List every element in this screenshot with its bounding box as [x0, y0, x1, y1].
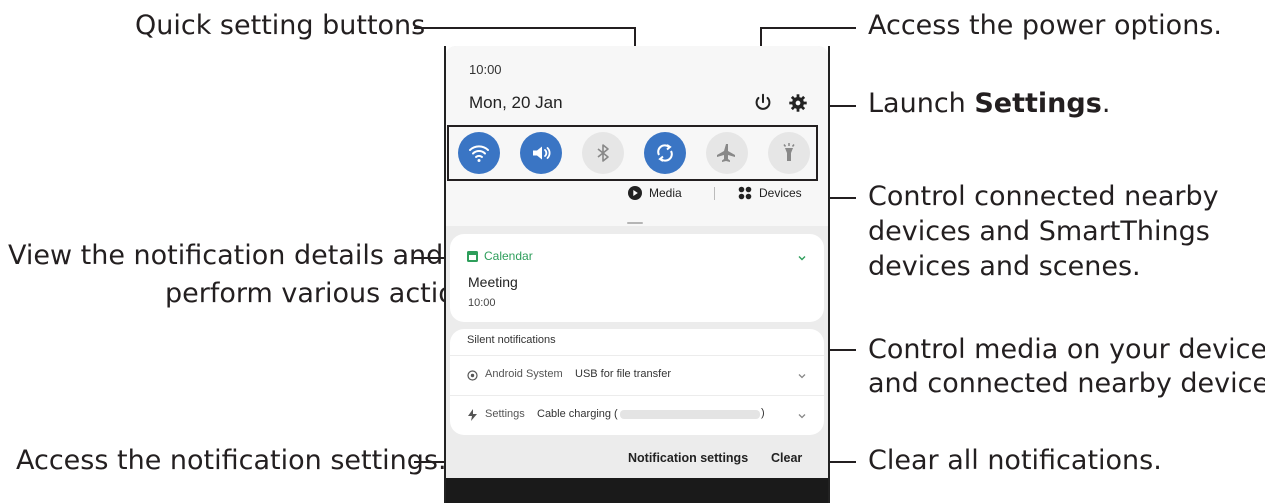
chevron-down-icon[interactable] — [797, 371, 807, 381]
callout-devices-line2: devices and SmartThings — [868, 216, 1210, 247]
devices-button[interactable]: Devices — [738, 186, 802, 200]
silent-notifications-card: Silent notifications Android System USB … — [450, 329, 824, 435]
settings-text: Cable charging ( — [537, 408, 618, 420]
phone-frame-left — [444, 46, 446, 503]
silent-item-settings[interactable]: Settings Cable charging ( ) — [450, 397, 824, 433]
callout-launch-suffix: . — [1101, 88, 1111, 119]
chevron-down-icon[interactable] — [797, 411, 807, 421]
devices-icon — [738, 186, 752, 200]
power-icon[interactable] — [752, 92, 774, 114]
calendar-notification[interactable]: Calendar Meeting 10:00 — [450, 234, 824, 322]
callout-quick-settings: Quick setting buttons — [135, 10, 426, 41]
date-label: Mon, 20 Jan — [469, 93, 563, 112]
callout-devices-line1: Control connected nearby — [868, 181, 1219, 212]
blurred-detail — [620, 410, 760, 419]
background-wallpaper — [446, 478, 828, 503]
status-time: 10:00 — [469, 62, 502, 77]
media-label: Media — [649, 186, 682, 200]
quick-settings-highlight-box — [447, 125, 818, 181]
silent-header: Silent notifications — [467, 334, 556, 346]
callout-media-line1: Control media on your device — [868, 334, 1265, 365]
calendar-icon — [467, 251, 478, 262]
callout-view-details-line1: View the notification details and — [8, 240, 444, 271]
leader-power — [760, 27, 856, 29]
notification-settings-button[interactable]: Notification settings — [628, 451, 748, 465]
calendar-app-name: Calendar — [484, 249, 533, 263]
leader-quick-settings — [414, 27, 636, 29]
callout-launch-prefix: Launch — [868, 88, 975, 119]
play-icon — [628, 186, 642, 200]
settings-app: Settings — [485, 408, 525, 420]
chevron-down-icon[interactable] — [797, 253, 807, 263]
calendar-event-time: 10:00 — [468, 297, 496, 309]
charging-icon — [468, 409, 477, 421]
media-button[interactable]: Media — [628, 186, 682, 200]
clear-button[interactable]: Clear — [771, 451, 802, 465]
blurred-detail-end: ) — [761, 407, 765, 419]
devices-label: Devices — [759, 186, 802, 200]
panel-handle[interactable] — [627, 222, 643, 224]
silent-item-android-system[interactable]: Android System USB for file transfer — [450, 357, 824, 393]
callout-media-line2: and connected nearby devices. — [868, 368, 1265, 399]
phone-frame-right — [828, 46, 830, 503]
android-system-icon — [467, 370, 478, 381]
notification-panel-screenshot: 10:00 Mon, 20 Jan Media Devices Calendar… — [446, 46, 828, 503]
gear-icon[interactable] — [787, 92, 809, 114]
callout-devices-line3: devices and scenes. — [868, 251, 1141, 282]
android-system-app: Android System — [485, 368, 563, 380]
calendar-event-title: Meeting — [468, 274, 518, 290]
callout-power: Access the power options. — [868, 10, 1222, 41]
callout-clear: Clear all notifications. — [868, 445, 1162, 476]
callout-launch-settings: Launch Settings. — [868, 88, 1110, 120]
media-devices-divider — [714, 187, 715, 200]
android-system-text: USB for file transfer — [575, 368, 671, 380]
callout-launch-bold: Settings — [974, 88, 1102, 119]
callout-notification-settings: Access the notification settings. — [16, 445, 447, 476]
